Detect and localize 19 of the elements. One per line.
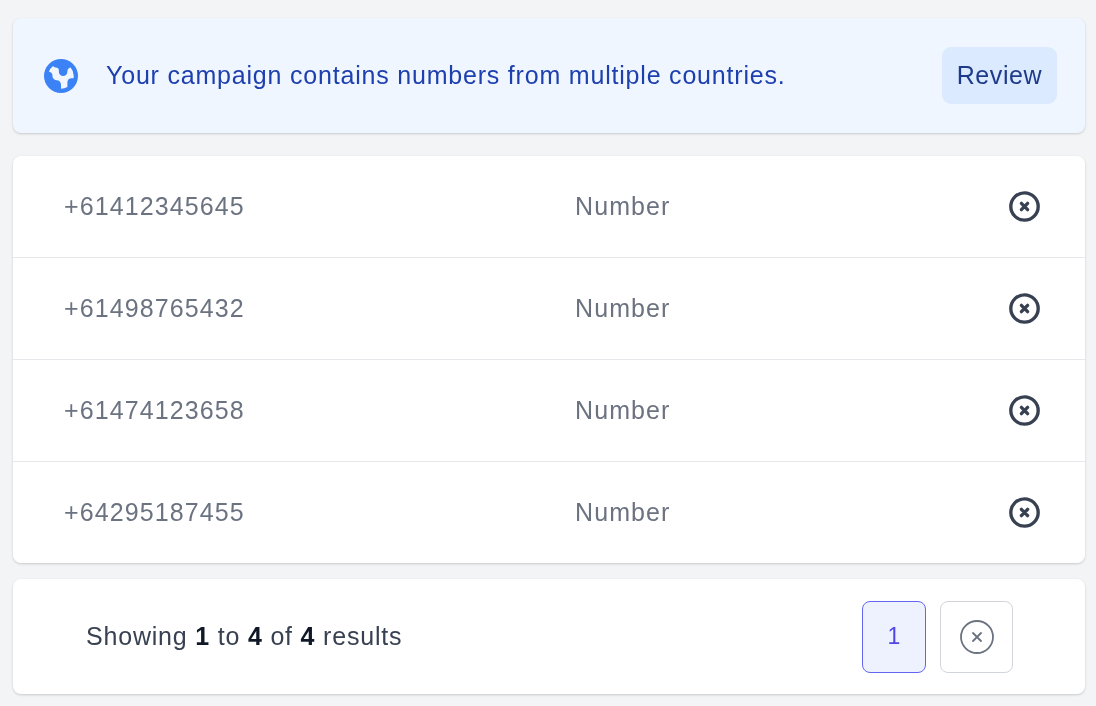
page-button[interactable]: 1	[862, 600, 926, 673]
phone-number-cell-text: +61498765432	[64, 294, 246, 323]
type-cell-text: Number	[575, 396, 672, 425]
type-cell-text: Number	[575, 498, 672, 527]
remove-icon[interactable]	[1009, 497, 1040, 528]
close-button[interactable]	[940, 600, 1013, 673]
remove-icon[interactable]	[1009, 293, 1040, 324]
type-cell-text: Number	[575, 294, 672, 323]
globe-icon	[44, 58, 78, 93]
remove-icon[interactable]	[1009, 191, 1040, 222]
alert-message: Your campaign contains numbers from multiple countries.	[106, 61, 787, 90]
remove-icon[interactable]	[1009, 395, 1040, 426]
phone-number-cell-text: +61412345645	[64, 192, 246, 221]
review-button[interactable]: Review	[942, 47, 1057, 104]
results-summary: Showing 1 to 4 of 4 results	[86, 622, 403, 651]
type-cell-text: Number	[575, 192, 672, 221]
close-icon	[959, 619, 994, 654]
phone-number-cell-text: +64295187455	[64, 498, 246, 527]
phone-number-cell-text: +61474123658	[64, 396, 246, 425]
